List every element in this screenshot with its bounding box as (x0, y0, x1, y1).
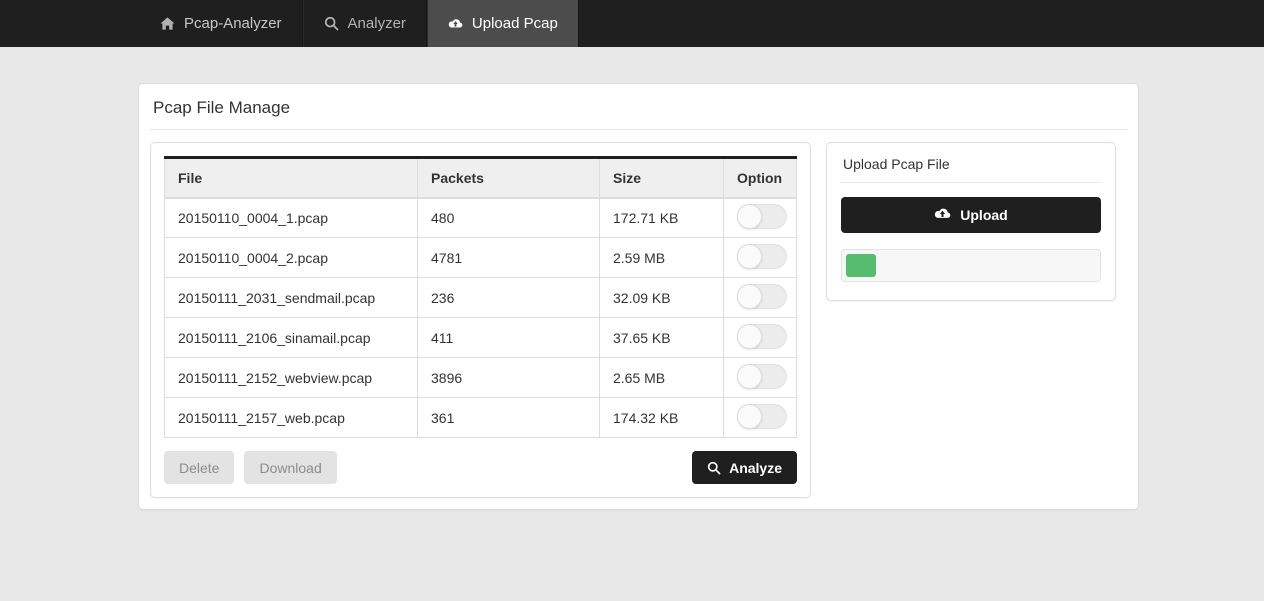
page-container: Pcap File Manage File Packets Size Optio… (0, 47, 1264, 510)
cell-option (723, 277, 797, 318)
table-row: 20150111_2157_web.pcap 361 174.32 KB (164, 397, 797, 438)
cell-option (723, 397, 797, 438)
upload-panel-title: Upload Pcap File (841, 143, 1101, 183)
cell-size: 174.32 KB (599, 397, 724, 438)
table-header-row: File Packets Size Option (164, 157, 797, 199)
select-file-toggle[interactable] (737, 243, 787, 269)
upload-button[interactable]: Upload (841, 197, 1101, 233)
cell-packets: 361 (417, 397, 600, 438)
cell-packets: 411 (417, 317, 600, 358)
download-button[interactable]: Download (244, 451, 337, 484)
select-file-toggle[interactable] (737, 323, 787, 349)
table-body: 20150110_0004_1.pcap 480 172.71 KB 20150… (164, 197, 797, 438)
cloud-upload-icon (934, 207, 951, 224)
toggle-knob (737, 403, 762, 429)
toggle-knob (737, 283, 762, 309)
table-head: File Packets Size Option (164, 157, 797, 199)
nav-item-upload-pcap[interactable]: Upload Pcap (426, 0, 579, 47)
column-header-size[interactable]: Size (599, 157, 724, 199)
cell-packets: 236 (417, 277, 600, 318)
nav-item-label: Upload Pcap (471, 15, 558, 32)
column-header-option: Option (723, 157, 797, 199)
top-navbar: Pcap-Analyzer Analyzer Upload Pcap (0, 0, 1264, 47)
cell-file: 20150111_2106_sinamail.pcap (164, 317, 418, 358)
file-table-column: File Packets Size Option 20150110_0004_1… (150, 142, 826, 498)
cell-packets: 480 (417, 197, 600, 238)
nav-item-pcap-analyzer[interactable]: Pcap-Analyzer (140, 0, 303, 47)
page-title: Pcap File Manage (150, 84, 1127, 130)
cell-size: 2.65 MB (599, 357, 724, 398)
cell-option (723, 357, 797, 398)
upload-button-label: Upload (960, 207, 1008, 223)
select-file-toggle[interactable] (737, 363, 787, 389)
toggle-knob (737, 323, 762, 349)
cell-packets: 3896 (417, 357, 600, 398)
cloud-upload-icon (448, 16, 463, 31)
cell-file: 20150110_0004_1.pcap (164, 197, 418, 238)
delete-button[interactable]: Delete (164, 451, 235, 484)
analyze-button[interactable]: Analyze (692, 451, 797, 484)
content-row: File Packets Size Option 20150110_0004_1… (150, 142, 1127, 498)
cell-size: 172.71 KB (599, 197, 724, 238)
select-file-toggle[interactable] (737, 283, 787, 309)
select-file-toggle[interactable] (737, 403, 787, 429)
upload-progress-track (841, 249, 1101, 282)
column-header-file[interactable]: File (164, 157, 418, 199)
pcap-file-table: File Packets Size Option 20150110_0004_1… (164, 156, 797, 438)
pcap-file-manage-panel: Pcap File Manage File Packets Size Optio… (138, 83, 1139, 510)
cell-file: 20150111_2031_sendmail.pcap (164, 277, 418, 318)
cell-size: 32.09 KB (599, 277, 724, 318)
cell-option (723, 197, 797, 238)
cell-file: 20150111_2152_webview.pcap (164, 357, 418, 398)
nav-item-label: Analyzer (347, 15, 406, 32)
search-icon (707, 461, 721, 475)
nav-item-label: Pcap-Analyzer (184, 15, 282, 32)
file-table-panel: File Packets Size Option 20150110_0004_1… (150, 142, 811, 498)
toggle-knob (737, 243, 762, 269)
search-icon (324, 16, 339, 31)
toggle-knob (737, 203, 762, 229)
table-action-bar: Delete Download Analyze (164, 438, 797, 484)
cell-file: 20150110_0004_2.pcap (164, 237, 418, 278)
upload-pcap-panel: Upload Pcap File Upload (826, 142, 1116, 301)
table-row: 20150111_2152_webview.pcap 3896 2.65 MB (164, 357, 797, 398)
cell-option (723, 317, 797, 358)
analyze-button-label: Analyze (729, 459, 782, 476)
nav-item-analyzer[interactable]: Analyzer (302, 0, 427, 47)
home-icon (160, 16, 175, 31)
column-header-packets[interactable]: Packets (417, 157, 600, 199)
cell-size: 2.59 MB (599, 237, 724, 278)
table-row: 20150111_2106_sinamail.pcap 411 37.65 KB (164, 317, 797, 358)
toggle-knob (737, 363, 762, 389)
select-file-toggle[interactable] (737, 203, 787, 229)
table-row: 20150110_0004_2.pcap 4781 2.59 MB (164, 237, 797, 278)
table-row: 20150111_2031_sendmail.pcap 236 32.09 KB (164, 277, 797, 318)
table-row: 20150110_0004_1.pcap 480 172.71 KB (164, 197, 797, 238)
cell-size: 37.65 KB (599, 317, 724, 358)
cell-file: 20150111_2157_web.pcap (164, 397, 418, 438)
upload-progress-bar (846, 254, 876, 277)
upload-column: Upload Pcap File Upload (826, 142, 1116, 301)
cell-option (723, 237, 797, 278)
cell-packets: 4781 (417, 237, 600, 278)
